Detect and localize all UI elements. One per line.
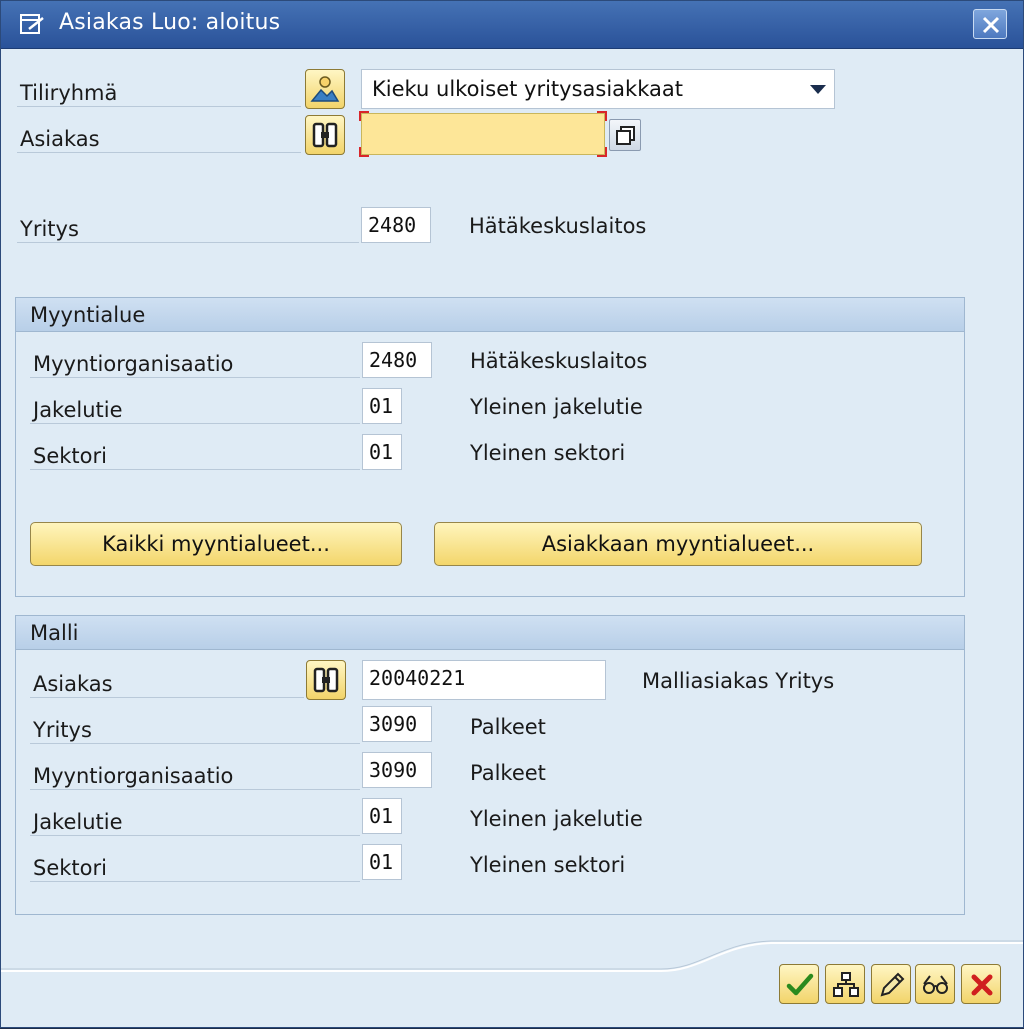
binoculars-icon [312,122,338,148]
customer-label: Asiakas [17,121,301,153]
ref-company-input[interactable]: 3090 [362,706,432,742]
account-group-label: Tiliryhmä [17,75,301,107]
distribution-channel-input[interactable]: 01 [362,388,402,424]
company-description: Hätäkeskuslaitos [469,214,647,238]
ref-sales-org-input[interactable]: 3090 [362,752,432,788]
required-marker [359,147,369,157]
customer-input[interactable] [359,111,607,157]
ref-sales-org-description: Palkeet [470,761,546,785]
account-group-select[interactable]: Kieku ulkoiset yritysasiakkaat [361,69,835,109]
ref-customer-description: Malliasiakas Yritys [642,669,835,693]
distribution-channel-description: Yleinen jakelutie [470,395,643,419]
division-label: Sektori [30,438,360,470]
person-icon [310,76,340,102]
sales-area-group: Myyntialue Myyntiorganisaatio 2480 Hätäk… [15,297,965,597]
cancel-button[interactable] [961,964,1001,1004]
sales-org-description: Hätäkeskuslaitos [470,349,648,373]
distribution-channel-label: Jakelutie [30,392,360,424]
ref-sales-org-label: Myyntiorganisaatio [30,758,360,790]
footer-divider [1,940,1023,972]
ref-distribution-channel-label: Jakelutie [30,804,360,836]
close-button[interactable] [973,9,1007,39]
reference-group: Malli Asiakas 20040221 Malliasiakas Yrit… [15,615,965,915]
ref-company-description: Palkeet [470,715,546,739]
division-description: Yleinen sektori [470,441,626,465]
cancel-icon [971,974,993,996]
required-marker [597,111,607,121]
all-sales-areas-button[interactable]: Kaikki myyntialueet... [30,522,402,566]
ref-distribution-channel-description: Yleinen jakelutie [470,807,643,831]
pencil-icon [880,972,905,997]
company-input[interactable]: 2480 [361,207,431,243]
glasses-icon [923,975,948,994]
ref-customer-search-button[interactable] [306,660,346,700]
sales-area-header: Myyntialue [16,298,964,332]
continue-button[interactable] [779,964,819,1004]
check-icon [786,973,814,996]
ref-customer-label: Asiakas [30,666,304,698]
close-icon [982,16,1000,34]
customer-search-button[interactable] [305,115,345,155]
display-button[interactable] [915,964,955,1004]
division-input[interactable]: 01 [362,434,402,470]
account-group-help-button[interactable] [305,69,345,109]
required-marker [359,111,369,121]
ref-division-input[interactable]: 01 [362,844,402,880]
ref-customer-input[interactable]: 20040221 [362,660,606,700]
window-title: Asiakas Luo: aloitus [59,10,281,35]
edit-document-icon [20,14,44,34]
ref-distribution-channel-input[interactable]: 01 [362,798,402,834]
binoculars-icon [313,667,339,693]
copy-icon [616,126,635,145]
chevron-down-icon[interactable] [810,85,826,94]
dialog-window: Asiakas Luo: aloitus Tiliryhmä Kieku ulk… [0,0,1024,1028]
sales-org-input[interactable]: 2480 [362,342,432,378]
org-hierarchy-icon [833,972,859,997]
account-group-value: Kieku ulkoiset yritysasiakkaat [372,77,683,101]
organization-button[interactable] [825,964,865,1004]
ref-division-label: Sektori [30,850,360,882]
ref-company-label: Yritys [30,712,360,744]
ref-division-description: Yleinen sektori [470,853,626,877]
dialog-content: Tiliryhmä Kieku ulkoiset yritysasiakkaat… [1,49,1023,1029]
required-marker [597,147,607,157]
sales-org-label: Myyntiorganisaatio [30,346,360,378]
company-label: Yritys [17,211,359,243]
edit-button[interactable] [871,964,911,1004]
title-bar: Asiakas Luo: aloitus [1,1,1023,49]
customer-sales-areas-button[interactable]: Asiakkaan myyntialueet... [434,522,922,566]
customer-value-help-button[interactable] [609,119,641,151]
reference-header: Malli [16,616,964,650]
